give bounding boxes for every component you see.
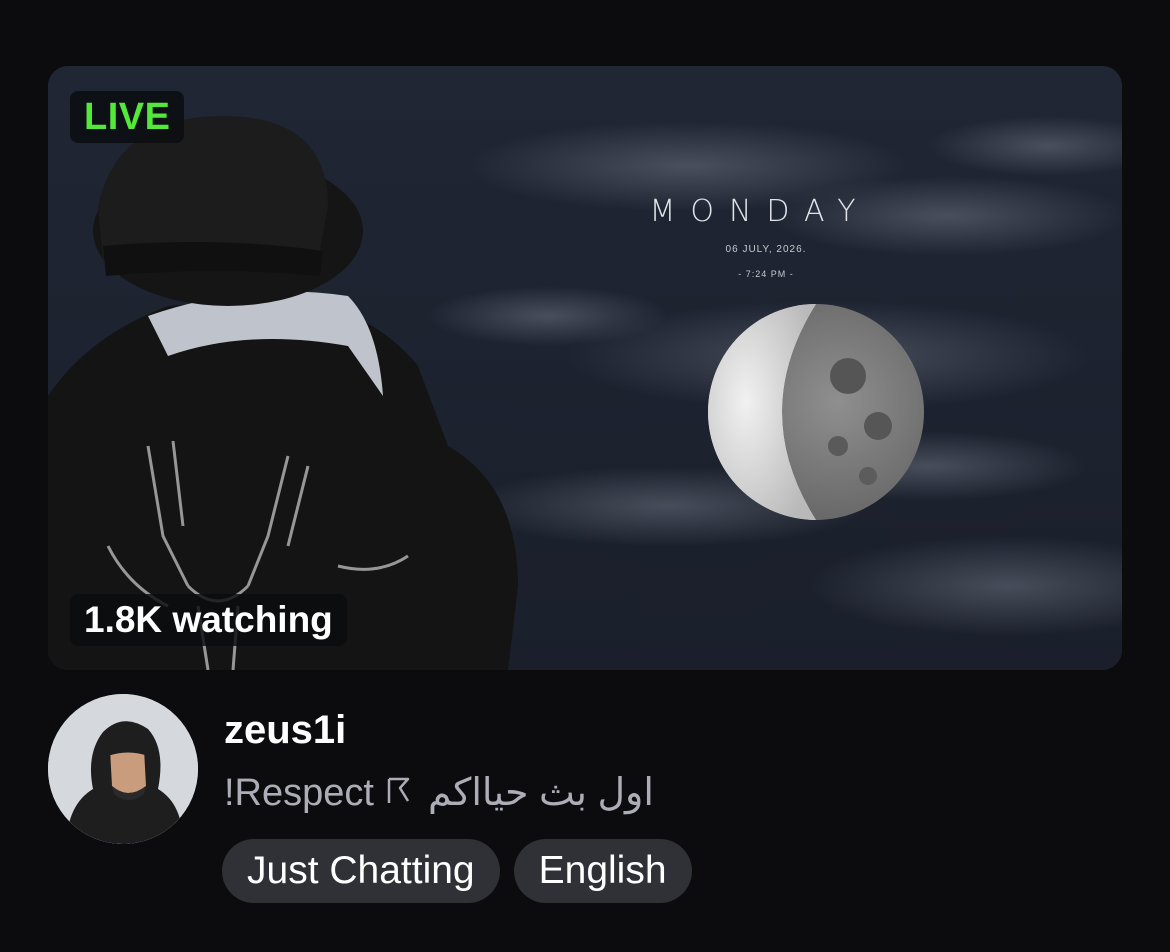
thumbnail-date-text: 06 JULY, 2026. [725,244,807,255]
channel-avatar[interactable] [48,694,198,844]
viewer-count: 1.8K watching [70,594,347,646]
thumbnail-image [48,66,1122,670]
stream-card: MONDAY 06 JULY, 2026. - 7:24 PM - LIVE 1… [0,0,1170,952]
thumbnail-day-text: MONDAY [649,194,871,229]
live-badge: LIVE [70,91,185,143]
tag-language[interactable]: English [513,839,692,903]
channel-name[interactable]: zeus1i [224,706,346,754]
stream-thumbnail[interactable]: MONDAY 06 JULY, 2026. - 7:24 PM - LIVE 1… [48,66,1122,670]
tag-list: Just Chatting English [222,839,692,903]
avatar-image [48,694,198,844]
stream-title-text-left: !Respect [224,772,374,814]
tag-category[interactable]: Just Chatting [222,839,500,903]
stream-title-text-right: اول بث حيااكم [427,772,654,814]
flag-icon [386,770,412,816]
stream-title: !Respect اول بث حيااكم [224,770,654,816]
thumbnail-time-text: - 7:24 PM - [738,269,794,279]
